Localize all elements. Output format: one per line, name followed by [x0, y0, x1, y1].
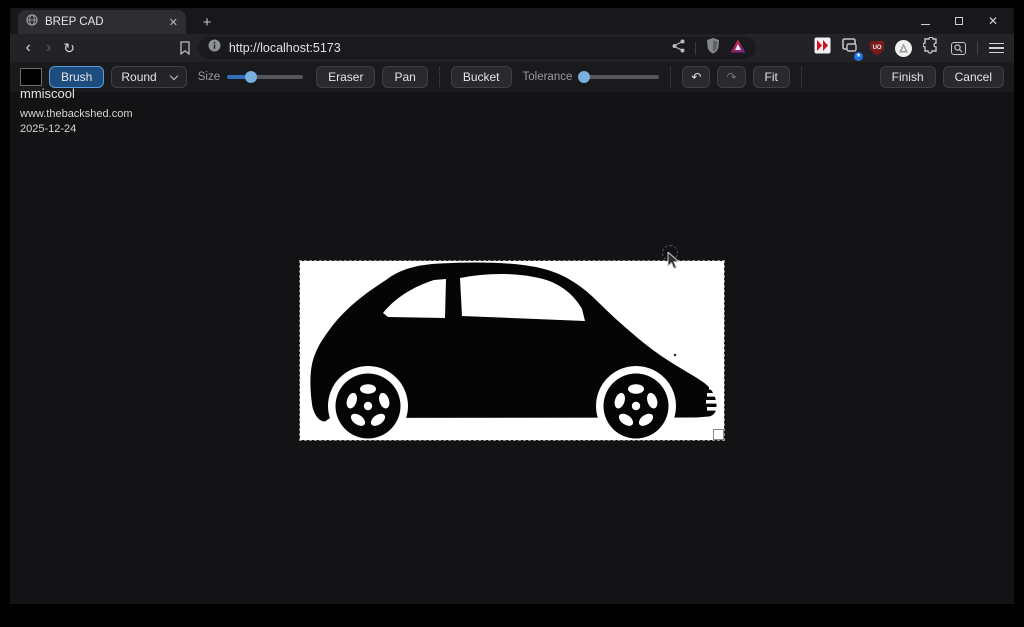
- browser-window: BREP CAD ✕ + ✕ ‹ › ↻ http://localhost:: [10, 8, 1014, 604]
- new-tab-button[interactable]: +: [196, 12, 218, 32]
- redo-button[interactable]: ↷: [717, 66, 745, 88]
- web-page-content: Brush Round Size Eraser Pan Bucket Toler…: [10, 62, 1014, 604]
- window-controls: ✕: [918, 8, 1008, 34]
- maximize-icon: [955, 17, 963, 25]
- reload-button[interactable]: ↻: [59, 40, 79, 57]
- maximize-button[interactable]: [952, 14, 966, 28]
- pan-button[interactable]: Pan: [382, 66, 427, 88]
- toolbar-divider: [977, 41, 978, 55]
- car-silhouette-image: [300, 261, 724, 440]
- extension-icons: ★ UO: [814, 37, 966, 59]
- brave-shield-icon[interactable]: [706, 38, 720, 59]
- browser-tab[interactable]: BREP CAD ✕: [18, 10, 186, 34]
- search-page-icon[interactable]: [951, 42, 966, 55]
- tolerance-slider-thumb[interactable]: [578, 71, 590, 83]
- star-badge: ★: [854, 52, 863, 61]
- page-watermark-text: mmiscool www.thebackshed.com 2025-12-24: [20, 86, 133, 135]
- tab-title: BREP CAD: [45, 16, 162, 28]
- ublock-shield-icon[interactable]: UO: [870, 41, 884, 56]
- toolbar-divider: [670, 67, 671, 87]
- tolerance-label: Tolerance: [523, 71, 573, 83]
- back-button[interactable]: ‹: [18, 39, 38, 57]
- tab-bar: BREP CAD ✕ + ✕: [10, 8, 1014, 34]
- size-slider-thumb[interactable]: [245, 71, 257, 83]
- undo-button[interactable]: ↶: [682, 66, 710, 88]
- bookmark-icon[interactable]: [175, 41, 194, 55]
- extensions-puzzle-icon[interactable]: [923, 37, 940, 59]
- date-text: 2025-12-24: [20, 123, 133, 135]
- size-slider[interactable]: [227, 71, 303, 83]
- site-info-icon[interactable]: [208, 39, 221, 57]
- size-label: Size: [198, 71, 220, 83]
- toolbar-divider: [801, 67, 802, 87]
- brush-size-ring-icon: [662, 245, 678, 261]
- color-swatch[interactable]: [20, 68, 42, 86]
- toolbar-divider: [439, 67, 440, 87]
- share-icon[interactable]: [672, 39, 685, 58]
- menu-button[interactable]: [989, 43, 1004, 54]
- cancel-button[interactable]: Cancel: [943, 66, 1004, 88]
- grey-logo-extension-icon[interactable]: [895, 40, 912, 57]
- navigation-bar: ‹ › ↻ http://localhost:5173: [10, 34, 1014, 62]
- website-text: www.thebackshed.com: [20, 108, 133, 120]
- urlbar-divider: [695, 42, 696, 55]
- chevron-down-icon: [169, 71, 177, 79]
- brave-rewards-icon[interactable]: [730, 39, 746, 58]
- address-bar[interactable]: http://localhost:5173: [198, 37, 756, 59]
- forward-button[interactable]: ›: [38, 39, 58, 57]
- fit-button[interactable]: Fit: [753, 66, 790, 88]
- brush-shape-value: Round: [121, 70, 156, 84]
- minimize-button[interactable]: [918, 14, 932, 28]
- author-text: mmiscool: [20, 86, 133, 101]
- window-capture-extension-icon[interactable]: ★: [842, 38, 859, 58]
- url-text[interactable]: http://localhost:5173: [229, 41, 672, 55]
- paint-canvas[interactable]: [300, 261, 724, 440]
- tolerance-slider[interactable]: [579, 71, 659, 83]
- bucket-button[interactable]: Bucket: [451, 66, 512, 88]
- close-button[interactable]: ✕: [986, 14, 1000, 28]
- brush-button[interactable]: Brush: [49, 66, 104, 88]
- eraser-button[interactable]: Eraser: [316, 66, 375, 88]
- urlbar-actions: [672, 38, 746, 59]
- site-globe-icon: [26, 13, 38, 31]
- brush-shape-select[interactable]: Round: [111, 66, 186, 88]
- red-chevrons-extension-icon[interactable]: [814, 37, 831, 59]
- desktop-background: BREP CAD ✕ + ✕ ‹ › ↻ http://localhost:: [0, 0, 1024, 627]
- finish-button[interactable]: Finish: [880, 66, 936, 88]
- canvas-resize-handle[interactable]: [713, 429, 724, 440]
- paint-toolbar: Brush Round Size Eraser Pan Bucket Toler…: [10, 62, 1014, 92]
- tab-close-icon[interactable]: ✕: [169, 16, 178, 29]
- minimize-icon: [921, 24, 930, 26]
